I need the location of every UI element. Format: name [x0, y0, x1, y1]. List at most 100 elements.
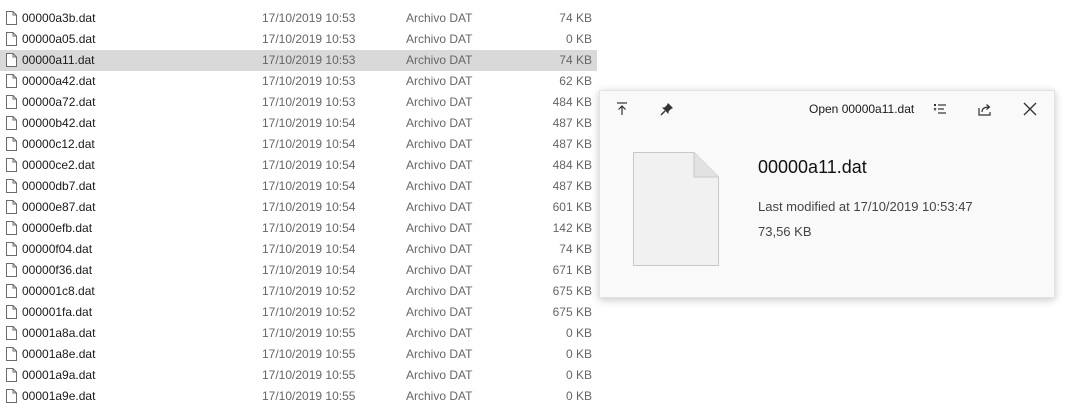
- file-size: 484 KB: [552, 95, 592, 109]
- file-name: 00000c12.dat: [22, 137, 95, 151]
- file-icon: [6, 116, 17, 130]
- file-type: Archivo DAT: [406, 284, 473, 298]
- file-icon: [6, 242, 17, 256]
- file-size: 601 KB: [552, 200, 592, 214]
- file-type: Archivo DAT: [406, 158, 473, 172]
- file-type: Archivo DAT: [406, 179, 473, 193]
- file-name: 00000a11.dat: [22, 53, 95, 67]
- file-name: 00001a9a.dat: [22, 368, 96, 382]
- file-name: 00000db7.dat: [22, 179, 96, 193]
- file-name: 00001a8a.dat: [22, 326, 96, 340]
- file-row[interactable]: 00000c12.dat 17/10/2019 10:54 Archivo DA…: [0, 134, 597, 155]
- file-row[interactable]: 00000db7.dat 17/10/2019 10:54 Archivo DA…: [0, 176, 597, 197]
- file-icon: [6, 53, 17, 67]
- file-date: 17/10/2019 10:55: [262, 389, 356, 403]
- file-size: 484 KB: [552, 158, 592, 172]
- file-size: 487 KB: [552, 137, 592, 151]
- file-row-selected[interactable]: 00000a11.dat 17/10/2019 10:53 Archivo DA…: [0, 50, 597, 71]
- file-name: 00001a9e.dat: [22, 389, 96, 403]
- file-size: 142 KB: [552, 221, 592, 235]
- file-type: Archivo DAT: [406, 389, 473, 403]
- file-date: 17/10/2019 10:55: [262, 368, 356, 382]
- file-size: 675 KB: [552, 305, 592, 319]
- file-size: 62 KB: [559, 74, 592, 88]
- file-size: 0 KB: [565, 368, 592, 382]
- file-date: 17/10/2019 10:53: [262, 32, 356, 46]
- file-type: Archivo DAT: [406, 305, 473, 319]
- file-row[interactable]: 00001a9a.dat 17/10/2019 10:55 Archivo DA…: [0, 365, 597, 386]
- file-type: Archivo DAT: [406, 32, 473, 46]
- file-row[interactable]: 00000f04.dat 17/10/2019 10:54 Archivo DA…: [0, 239, 597, 260]
- file-name: 000001c8.dat: [22, 284, 95, 298]
- file-size: 0 KB: [565, 389, 592, 403]
- open-file-button[interactable]: Open 00000a11.dat: [809, 100, 914, 118]
- file-size: 487 KB: [552, 179, 592, 193]
- preview-file-size: 73,56 KB: [758, 224, 812, 239]
- file-date: 17/10/2019 10:54: [262, 221, 356, 235]
- file-size: 74 KB: [559, 11, 592, 25]
- file-row[interactable]: 00000b42.dat 17/10/2019 10:54 Archivo DA…: [0, 113, 597, 134]
- file-icon: [6, 158, 17, 172]
- list-icon[interactable]: [926, 99, 954, 119]
- file-row[interactable]: 00001a9e.dat 17/10/2019 10:55 Archivo DA…: [0, 386, 597, 407]
- file-icon: [6, 284, 17, 298]
- file-row[interactable]: 00000f36.dat 17/10/2019 10:54 Archivo DA…: [0, 260, 597, 281]
- file-row[interactable]: 00000efb.dat 17/10/2019 10:54 Archivo DA…: [0, 218, 597, 239]
- file-row[interactable]: 00000a42.dat 17/10/2019 10:53 Archivo DA…: [0, 71, 597, 92]
- file-date: 17/10/2019 10:52: [262, 284, 356, 298]
- file-size: 0 KB: [565, 326, 592, 340]
- file-icon: [6, 95, 17, 109]
- file-type: Archivo DAT: [406, 221, 473, 235]
- file-icon: [6, 179, 17, 193]
- file-type: Archivo DAT: [406, 137, 473, 151]
- file-date: 17/10/2019 10:54: [262, 179, 356, 193]
- file-icon: [6, 137, 17, 151]
- file-row[interactable]: 00001a8e.dat 17/10/2019 10:55 Archivo DA…: [0, 344, 597, 365]
- file-date: 17/10/2019 10:54: [262, 242, 356, 256]
- file-row[interactable]: 00000a05.dat 17/10/2019 10:53 Archivo DA…: [0, 29, 597, 50]
- file-preview-panel: Open 00000a11.dat 00000a11.dat Last modi…: [599, 90, 1055, 298]
- file-row[interactable]: 00000ce2.dat 17/10/2019 10:54 Archivo DA…: [0, 155, 597, 176]
- file-row[interactable]: 000001fa.dat 17/10/2019 10:52 Archivo DA…: [0, 302, 597, 323]
- file-icon: [6, 200, 17, 214]
- file-size: 671 KB: [552, 263, 592, 277]
- document-icon: [633, 152, 719, 266]
- move-to-top-icon[interactable]: [608, 99, 636, 119]
- file-row[interactable]: 00000a3b.dat 17/10/2019 10:53 Archivo DA…: [0, 8, 597, 29]
- file-name: 00000a42.dat: [22, 74, 96, 88]
- file-type: Archivo DAT: [406, 347, 473, 361]
- file-type: Archivo DAT: [406, 200, 473, 214]
- share-icon[interactable]: [971, 99, 999, 119]
- file-size: 487 KB: [552, 116, 592, 130]
- file-icon: [6, 347, 17, 361]
- file-row[interactable]: 00000a72.dat 17/10/2019 10:53 Archivo DA…: [0, 92, 597, 113]
- file-name: 00000efb.dat: [22, 221, 93, 235]
- file-icon: [6, 74, 17, 88]
- file-row[interactable]: 000001c8.dat 17/10/2019 10:52 Archivo DA…: [0, 281, 597, 302]
- file-name: 00000f36.dat: [22, 263, 93, 277]
- close-icon[interactable]: [1016, 99, 1044, 119]
- file-type: Archivo DAT: [406, 116, 473, 130]
- file-date: 17/10/2019 10:53: [262, 53, 356, 67]
- file-row[interactable]: 00001a8a.dat 17/10/2019 10:55 Archivo DA…: [0, 323, 597, 344]
- file-date: 17/10/2019 10:52: [262, 305, 356, 319]
- file-date: 17/10/2019 10:54: [262, 116, 356, 130]
- file-type: Archivo DAT: [406, 242, 473, 256]
- file-name: 00001a8e.dat: [22, 347, 96, 361]
- file-name: 00000a3b.dat: [22, 11, 96, 25]
- file-name: 000001fa.dat: [22, 305, 93, 319]
- file-date: 17/10/2019 10:53: [262, 74, 356, 88]
- file-type: Archivo DAT: [406, 95, 473, 109]
- file-size: 74 KB: [559, 53, 592, 67]
- file-icon: [6, 221, 17, 235]
- file-list: 00000a3b.dat 17/10/2019 10:53 Archivo DA…: [0, 8, 597, 407]
- file-row[interactable]: 00000e87.dat 17/10/2019 10:54 Archivo DA…: [0, 197, 597, 218]
- file-icon: [6, 263, 17, 277]
- file-name: 00000ce2.dat: [22, 158, 95, 172]
- file-date: 17/10/2019 10:54: [262, 263, 356, 277]
- file-date: 17/10/2019 10:53: [262, 11, 356, 25]
- pin-icon[interactable]: [653, 99, 681, 119]
- file-date: 17/10/2019 10:54: [262, 137, 356, 151]
- file-name: 00000a05.dat: [22, 32, 96, 46]
- file-size: 0 KB: [565, 32, 592, 46]
